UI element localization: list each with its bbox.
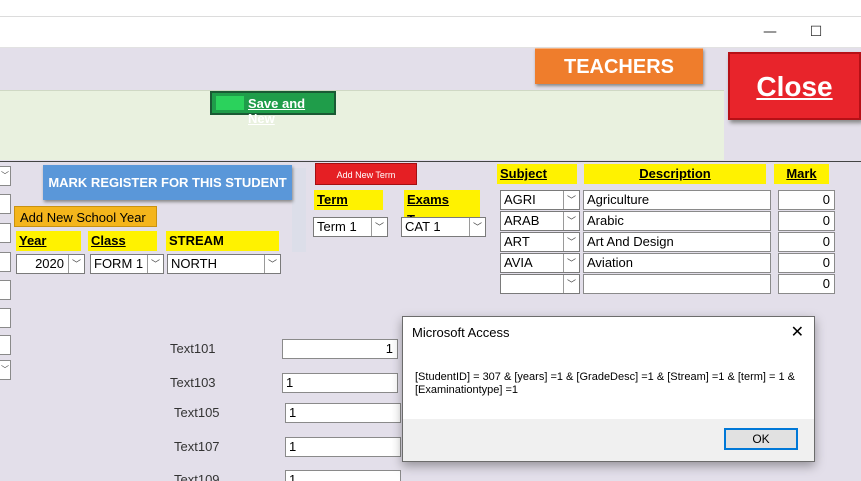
window-title-bar: — ☐ — [0, 0, 861, 48]
mark-header: Mark — [774, 164, 829, 184]
text103-field[interactable]: 1 — [282, 373, 398, 393]
term-label: Term — [314, 190, 383, 210]
stream-combo[interactable]: NORTH ﹀ — [167, 254, 281, 274]
subject-combo[interactable]: AGRI ﹀ — [500, 190, 580, 210]
subject-value: AGRI — [504, 192, 536, 207]
mark-field[interactable]: 0 — [778, 232, 835, 252]
save-and-new-label: Save and New — [248, 96, 306, 126]
subject-value: ART — [504, 234, 530, 249]
teachers-button[interactable]: TEACHERS — [535, 48, 703, 84]
close-button-label: Close — [756, 71, 833, 102]
subject-combo[interactable]: ART ﹀ — [500, 232, 580, 252]
exams-type-combo[interactable]: CAT 1 ﹀ — [401, 217, 486, 237]
form-header-section — [0, 90, 724, 160]
text101-label: Text101 — [170, 341, 216, 356]
close-form-button[interactable]: Close — [728, 52, 861, 120]
subject-combo[interactable]: AVIA ﹀ — [500, 253, 580, 273]
text103-label: Text103 — [170, 375, 216, 390]
message-dialog: Microsoft Access ✕ [StudentID] = 307 & [… — [402, 316, 815, 462]
term-value: Term 1 — [317, 219, 357, 234]
left-stub-field[interactable] — [0, 335, 11, 355]
description-field[interactable]: Agriculture — [583, 190, 771, 210]
chevron-down-icon[interactable]: ﹀ — [563, 254, 579, 272]
title-bar-divider — [0, 16, 861, 17]
add-new-term-button[interactable]: Add New Term — [315, 163, 417, 185]
description-field[interactable]: Aviation — [583, 253, 771, 273]
year-value: 2020 — [35, 256, 64, 271]
mark-field[interactable]: 0 — [778, 253, 835, 273]
text109-field[interactable]: 1 — [285, 470, 401, 481]
minimize-icon[interactable]: — — [760, 22, 780, 42]
mark-register-panel — [292, 168, 306, 252]
subject-value: AVIA — [504, 255, 533, 270]
dialog-message: [StudentID] = 307 & [years] =1 & [GradeD… — [415, 371, 795, 396]
stream-label: STREAM — [166, 231, 279, 251]
subject-value: ARAB — [504, 213, 540, 228]
mark-field[interactable]: 0 — [778, 274, 835, 294]
left-stub-field[interactable] — [0, 280, 11, 300]
description-field[interactable]: Art And Design — [583, 232, 771, 252]
subject-header: Subject — [497, 164, 577, 184]
mark-field[interactable]: 0 — [778, 190, 835, 210]
left-stub-field[interactable] — [0, 194, 11, 214]
class-combo[interactable]: FORM 1 ﹀ — [90, 254, 164, 274]
description-field[interactable]: Arabic — [583, 211, 771, 231]
text107-label: Text107 — [174, 439, 220, 454]
close-icon[interactable]: ✕ — [791, 322, 804, 341]
description-header: Description — [584, 164, 766, 184]
stream-value: NORTH — [171, 256, 217, 271]
text105-label: Text105 — [174, 405, 220, 420]
chevron-down-icon[interactable]: ﹀ — [264, 255, 280, 273]
class-value: FORM 1 — [94, 256, 144, 271]
chevron-down-icon[interactable]: ﹀ — [563, 275, 579, 293]
mark-register-button[interactable]: MARK REGISTER FOR THIS STUDENT — [43, 165, 292, 200]
chevron-down-icon[interactable]: ﹀ — [371, 218, 387, 236]
dialog-footer: OK — [403, 419, 814, 461]
subject-combo[interactable]: ARAB ﹀ — [500, 211, 580, 231]
text109-label: Text109 — [174, 472, 220, 481]
left-stub-field[interactable] — [0, 308, 11, 328]
save-button-highlight — [216, 96, 244, 110]
text105-field[interactable]: 1 — [285, 403, 401, 423]
dialog-title: Microsoft Access — [412, 325, 510, 340]
chevron-down-icon[interactable]: ﹀ — [147, 255, 163, 273]
description-field[interactable] — [583, 274, 771, 294]
chevron-down-icon[interactable]: ﹀ — [68, 255, 84, 273]
chevron-down-icon[interactable]: ﹀ — [563, 191, 579, 209]
chevron-down-icon[interactable]: ﹀ — [469, 218, 485, 236]
term-combo[interactable]: Term 1 ﹀ — [313, 217, 388, 237]
left-stub-dropdown[interactable]: ﹀ — [0, 166, 11, 186]
left-stub-field[interactable] — [0, 223, 11, 243]
left-stub-dropdown[interactable]: ﹀ — [0, 360, 11, 380]
save-and-new-button[interactable]: Save and New — [210, 91, 336, 126]
subject-combo[interactable]: ﹀ — [500, 274, 580, 294]
exams-type-value: CAT 1 — [405, 219, 441, 234]
section-divider — [0, 161, 861, 162]
maximize-icon[interactable]: ☐ — [806, 22, 826, 42]
ok-button[interactable]: OK — [724, 428, 798, 450]
add-new-school-year-button[interactable]: Add New School Year — [14, 206, 157, 227]
year-label: Year — [16, 231, 81, 251]
mark-field[interactable]: 0 — [778, 211, 835, 231]
class-label: Class — [88, 231, 157, 251]
year-combo[interactable]: 2020 ﹀ — [16, 254, 85, 274]
text101-field[interactable]: 1 — [282, 339, 398, 359]
chevron-down-icon[interactable]: ﹀ — [563, 233, 579, 251]
left-stub-field[interactable] — [0, 252, 11, 272]
text107-field[interactable]: 1 — [285, 437, 401, 457]
chevron-down-icon[interactable]: ﹀ — [563, 212, 579, 230]
